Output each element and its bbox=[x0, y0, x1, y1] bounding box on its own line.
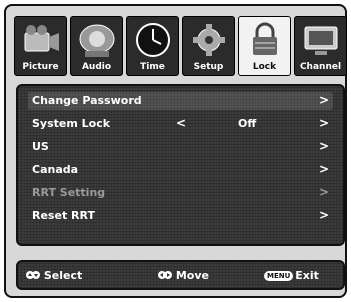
lock-icon bbox=[253, 22, 277, 55]
tab-label: Audio bbox=[81, 62, 112, 72]
chevron-right-icon: > bbox=[318, 185, 329, 199]
footer-move: Move bbox=[158, 269, 209, 282]
chevron-right-icon: > bbox=[318, 208, 329, 222]
chevron-right-icon: > bbox=[318, 162, 329, 176]
menu-item-reset-rrt[interactable]: Reset RRT > bbox=[28, 207, 333, 225]
menu-item-us[interactable]: US > bbox=[28, 138, 333, 156]
tab-time[interactable]: Time bbox=[126, 16, 179, 76]
tab-label: Picture bbox=[22, 62, 59, 72]
left-right-arrows-icon bbox=[158, 271, 172, 279]
clock-icon bbox=[136, 23, 170, 57]
menu-item-label: Canada bbox=[32, 163, 79, 176]
menu-item-label: Change Password bbox=[32, 94, 142, 107]
footer-exit: MENU Exit bbox=[264, 269, 319, 282]
chevron-left-icon[interactable]: < bbox=[176, 116, 186, 130]
footer-help-bar: Select Move MENU Exit bbox=[16, 260, 345, 290]
tab-lock[interactable]: Lock bbox=[238, 16, 291, 76]
audio-icon bbox=[79, 24, 115, 57]
chevron-right-icon: > bbox=[318, 93, 329, 107]
menu-item-label: Reset RRT bbox=[32, 209, 95, 222]
picture-icon bbox=[24, 25, 59, 52]
footer-select: Select bbox=[26, 269, 82, 282]
footer-move-label: Move bbox=[175, 269, 209, 282]
system-lock-value: Off bbox=[238, 117, 257, 130]
menu-item-label: US bbox=[32, 140, 49, 153]
tab-label: Lock bbox=[252, 62, 277, 72]
setup-icon bbox=[193, 24, 225, 56]
tab-picture[interactable]: Picture bbox=[14, 16, 67, 76]
osd-frame: Picture Audio Time Setup Lock Channel Ch… bbox=[4, 4, 347, 298]
up-down-arrows-icon bbox=[26, 271, 40, 279]
tab-audio[interactable]: Audio bbox=[70, 16, 123, 76]
menu-item-rrt-setting: RRT Setting > bbox=[28, 184, 333, 202]
channel-icon bbox=[304, 26, 338, 55]
chevron-right-icon[interactable]: > bbox=[319, 116, 329, 130]
tab-label: Channel bbox=[299, 62, 342, 72]
menu-key-icon: MENU bbox=[264, 271, 294, 281]
menu-item-label: System Lock bbox=[32, 117, 111, 130]
tab-bar: Picture Audio Time Setup Lock Channel bbox=[14, 16, 349, 78]
menu-item-canada[interactable]: Canada > bbox=[28, 161, 333, 179]
footer-select-label: Select bbox=[43, 269, 83, 282]
tab-label: Setup bbox=[193, 62, 224, 72]
menu-item-system-lock[interactable]: System Lock < Off > bbox=[28, 115, 333, 133]
tab-channel[interactable]: Channel bbox=[294, 16, 347, 76]
chevron-right-icon: > bbox=[318, 139, 329, 153]
tab-label: Time bbox=[140, 62, 165, 72]
menu-item-label: RRT Setting bbox=[32, 186, 106, 199]
tab-setup[interactable]: Setup bbox=[182, 16, 235, 76]
menu-item-change-password[interactable]: Change Password > bbox=[28, 92, 333, 110]
lock-menu-panel: Change Password > System Lock < Off > US… bbox=[16, 84, 345, 246]
footer-exit-label: Exit bbox=[295, 269, 319, 282]
